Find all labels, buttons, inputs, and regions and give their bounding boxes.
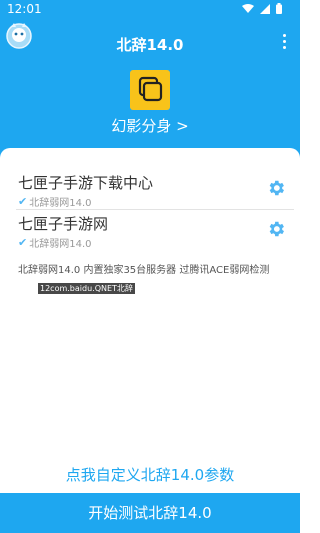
signal-icon	[260, 3, 270, 14]
status-time: 12:01	[7, 2, 42, 16]
info-text: 北辞弱网14.0 内置独家35台服务器 过腾讯ACE弱网检测	[18, 265, 270, 276]
gear-icon[interactable]	[266, 219, 286, 239]
list-item-title: 七匣子手游下载中心	[18, 174, 154, 192]
wifi-icon	[242, 3, 254, 13]
app-bar: 北辞14.0	[0, 20, 300, 64]
battery-icon	[276, 3, 282, 14]
clone-feature-label[interactable]: 幻影分身 >	[0, 115, 300, 136]
app-title: 北辞14.0	[116, 36, 184, 54]
clone-feature-button[interactable]	[130, 70, 170, 110]
list-item-subtitle: ✔ 北辞弱网14.0	[18, 235, 91, 250]
check-icon: ✔	[18, 236, 28, 249]
list-item[interactable]: 七匣子手游下载中心 ✔ 北辞弱网14.0	[16, 172, 294, 210]
list-item[interactable]: 七匣子手游网 ✔ 北辞弱网14.0	[16, 213, 294, 253]
gear-icon[interactable]	[266, 178, 286, 198]
more-menu-icon[interactable]	[280, 34, 288, 52]
list-item-subtitle: ✔ 北辞弱网14.0	[18, 194, 91, 209]
list-item-subtitle-text: 北辞弱网14.0	[29, 198, 92, 209]
status-bar: 12:01	[0, 0, 300, 20]
list-item-title: 七匣子手游网	[18, 215, 109, 233]
start-test-button[interactable]: 开始测试北辞14.0	[0, 493, 300, 533]
status-icons	[242, 3, 282, 14]
check-icon: ✔	[18, 195, 28, 208]
customize-params-link[interactable]: 点我自定义北辞14.0参数	[0, 464, 300, 485]
list-item-subtitle-text: 北辞弱网14.0	[29, 239, 92, 250]
copy-icon	[138, 76, 163, 102]
watermark-label: 12com.baidu.QNET北辞	[38, 283, 135, 294]
